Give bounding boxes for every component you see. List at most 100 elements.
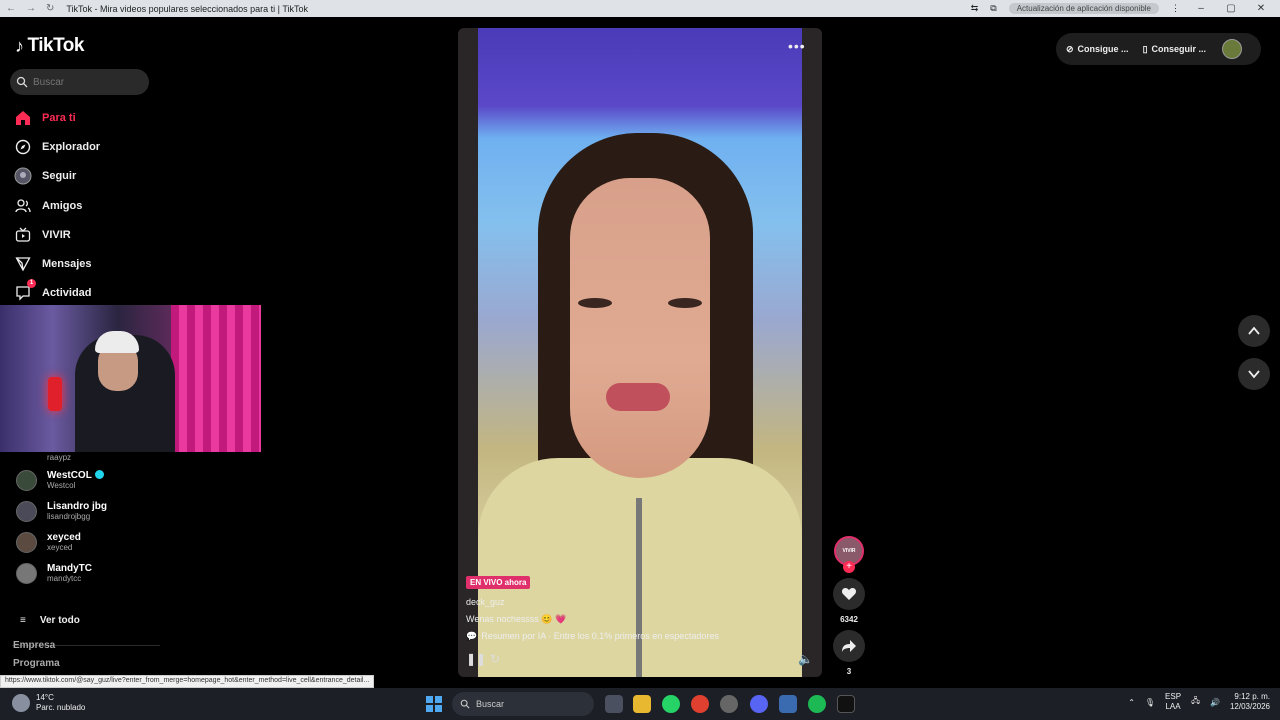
chevron-down-icon [1248,370,1260,379]
live-badge[interactable]: EN VIVO ahora [466,576,531,589]
ai-summary[interactable]: 💬 Resumen por IA · Entre los 0.1% primer… [466,631,719,642]
nav-label: Amigos [42,200,83,212]
task-view-icon[interactable] [605,695,623,713]
volume-icon[interactable]: 🔈 [798,652,813,666]
share-button[interactable] [833,630,865,662]
forward-icon[interactable]: → [26,3,36,14]
back-icon[interactable]: ← [6,3,16,14]
discord-icon[interactable] [750,695,768,713]
eye-shape [668,298,702,308]
get-app-button[interactable]: ▯ Conseguir ... [1143,44,1206,55]
chevron-up-icon[interactable]: ⌃ [1128,698,1135,707]
logo-text: TikTok [27,35,85,56]
extensions-icon[interactable]: ⧉ [990,3,996,14]
weather-condition: Parc. nublado [36,703,86,712]
follow-plus-button[interactable]: + [843,561,855,573]
github-icon[interactable] [720,695,738,713]
following-item[interactable]: WestCOL Westcol [16,470,104,491]
windows-taskbar: 14°C Parc. nublado Buscar ⌃ 🎙 ESP LAA 🖧 … [0,688,1280,720]
eye-shape [578,298,612,308]
search-box[interactable] [10,69,149,95]
nav-label: Para ti [42,112,76,124]
pause-icon[interactable]: ❚❚ [466,652,486,666]
video-description: Wenas nochessss 😊 💗 [466,614,567,624]
nav-label: Explorador [42,141,101,153]
microphone-icon[interactable]: 🎙 [1145,698,1155,707]
tiktok-app-icon[interactable] [837,695,855,713]
reload-icon[interactable]: ↻ [46,3,54,14]
nav-activity[interactable]: 1 Actividad [14,279,92,302]
previous-video-button[interactable] [1238,315,1270,347]
like-count: 6342 [840,615,858,624]
file-explorer-icon[interactable] [633,695,651,713]
footer-link-program[interactable]: Programa [13,658,60,669]
clock-date: 12/03/2026 [1229,702,1270,711]
nav-following[interactable]: Seguir [14,167,76,185]
spotify-icon[interactable] [808,695,826,713]
close-button[interactable]: ✕ [1252,3,1270,14]
tiktok-logo[interactable]: ♪ TikTok [15,35,84,57]
see-all-button[interactable]: ≡ Ver todo [20,615,80,626]
search-icon [16,76,28,88]
home-icon [14,109,32,127]
nav-label: Actividad [42,287,92,299]
nav-live[interactable]: VIVIR [14,226,71,244]
weather-widget[interactable]: 14°C Parc. nublado [12,693,85,713]
clock[interactable]: 9:12 p. m. 12/03/2026 [1230,692,1270,712]
tiktok-note-icon: ♪ [15,35,24,56]
notification-badge: 1 [27,279,36,288]
whatsapp-icon[interactable] [662,695,680,713]
compass-icon [14,138,32,156]
refresh-icon[interactable]: ↻ [490,652,500,666]
temperature: 14°C [36,693,54,702]
send-icon [14,255,32,273]
lips-shape [606,383,670,411]
video-username[interactable]: deck_guz [466,597,505,607]
list-icon: ≡ [20,615,26,626]
get-coins-label: Consigue ... [1077,44,1129,54]
minimize-button[interactable]: – [1192,3,1210,14]
nav-explore[interactable]: Explorador [14,138,100,156]
video-player[interactable]: ••• EN VIVO ahora deck_guz Wenas nochess… [458,28,822,677]
volume-icon[interactable]: 🔊 [1210,698,1220,707]
taskbar-search[interactable]: Buscar [452,692,594,716]
footer-link-company[interactable]: Empresa [13,640,55,651]
following-username: lisandrojbgg [47,512,91,521]
profile-avatar[interactable] [1222,39,1243,59]
windows-start-icon[interactable] [426,696,442,712]
clock-time: 9:12 p. m. [1234,692,1270,701]
language-layout: LAA [1165,702,1181,711]
nav-label: Seguir [42,170,77,182]
face-shape [570,178,710,478]
get-coins-button[interactable]: ⊘ Consigue ... [1066,44,1129,55]
following-item[interactable]: xeyced xeyced [16,532,81,553]
update-available-pill[interactable]: Actualización de aplicación disponible [1008,3,1159,14]
like-button[interactable] [833,578,865,610]
avatar [16,470,37,491]
translate-icon[interactable]: ⇆ [971,3,979,14]
language-code: ESP [1165,692,1182,701]
nav-for-you[interactable]: Para ti [14,109,76,127]
network-icon[interactable]: 🖧 [1191,695,1200,709]
following-item[interactable]: Lisandro jbg lisandrojbgg [16,501,107,522]
app-icon[interactable] [779,695,797,713]
search-input[interactable] [33,76,133,88]
avatar [16,563,37,584]
microphone-image [48,377,62,411]
ai-summary-text: Resumen por IA · Entre los 0.1% primeros… [481,631,719,641]
next-video-button[interactable] [1238,358,1270,390]
following-item[interactable]: MandyTC mandytcc [16,563,92,584]
zipper-shape [636,498,642,677]
chrome-icon[interactable] [691,695,709,713]
share-count: 3 [846,667,852,676]
avatar [16,501,37,522]
heart-icon [841,588,857,600]
menu-dots-icon[interactable]: ⋮ [1171,3,1180,14]
nav-friends[interactable]: Amigos [14,197,82,215]
nav-messages[interactable]: Mensajes [14,255,92,273]
see-all-label: Ver todo [39,615,80,626]
maximize-button[interactable]: ▢ [1222,3,1240,14]
language-indicator[interactable]: ESP LAA [1165,692,1181,712]
system-tray: ⌃ 🎙 ESP LAA 🖧 🔊 9:12 p. m. 12/03/2026 [1128,692,1270,712]
more-options-icon[interactable]: ••• [788,38,806,54]
